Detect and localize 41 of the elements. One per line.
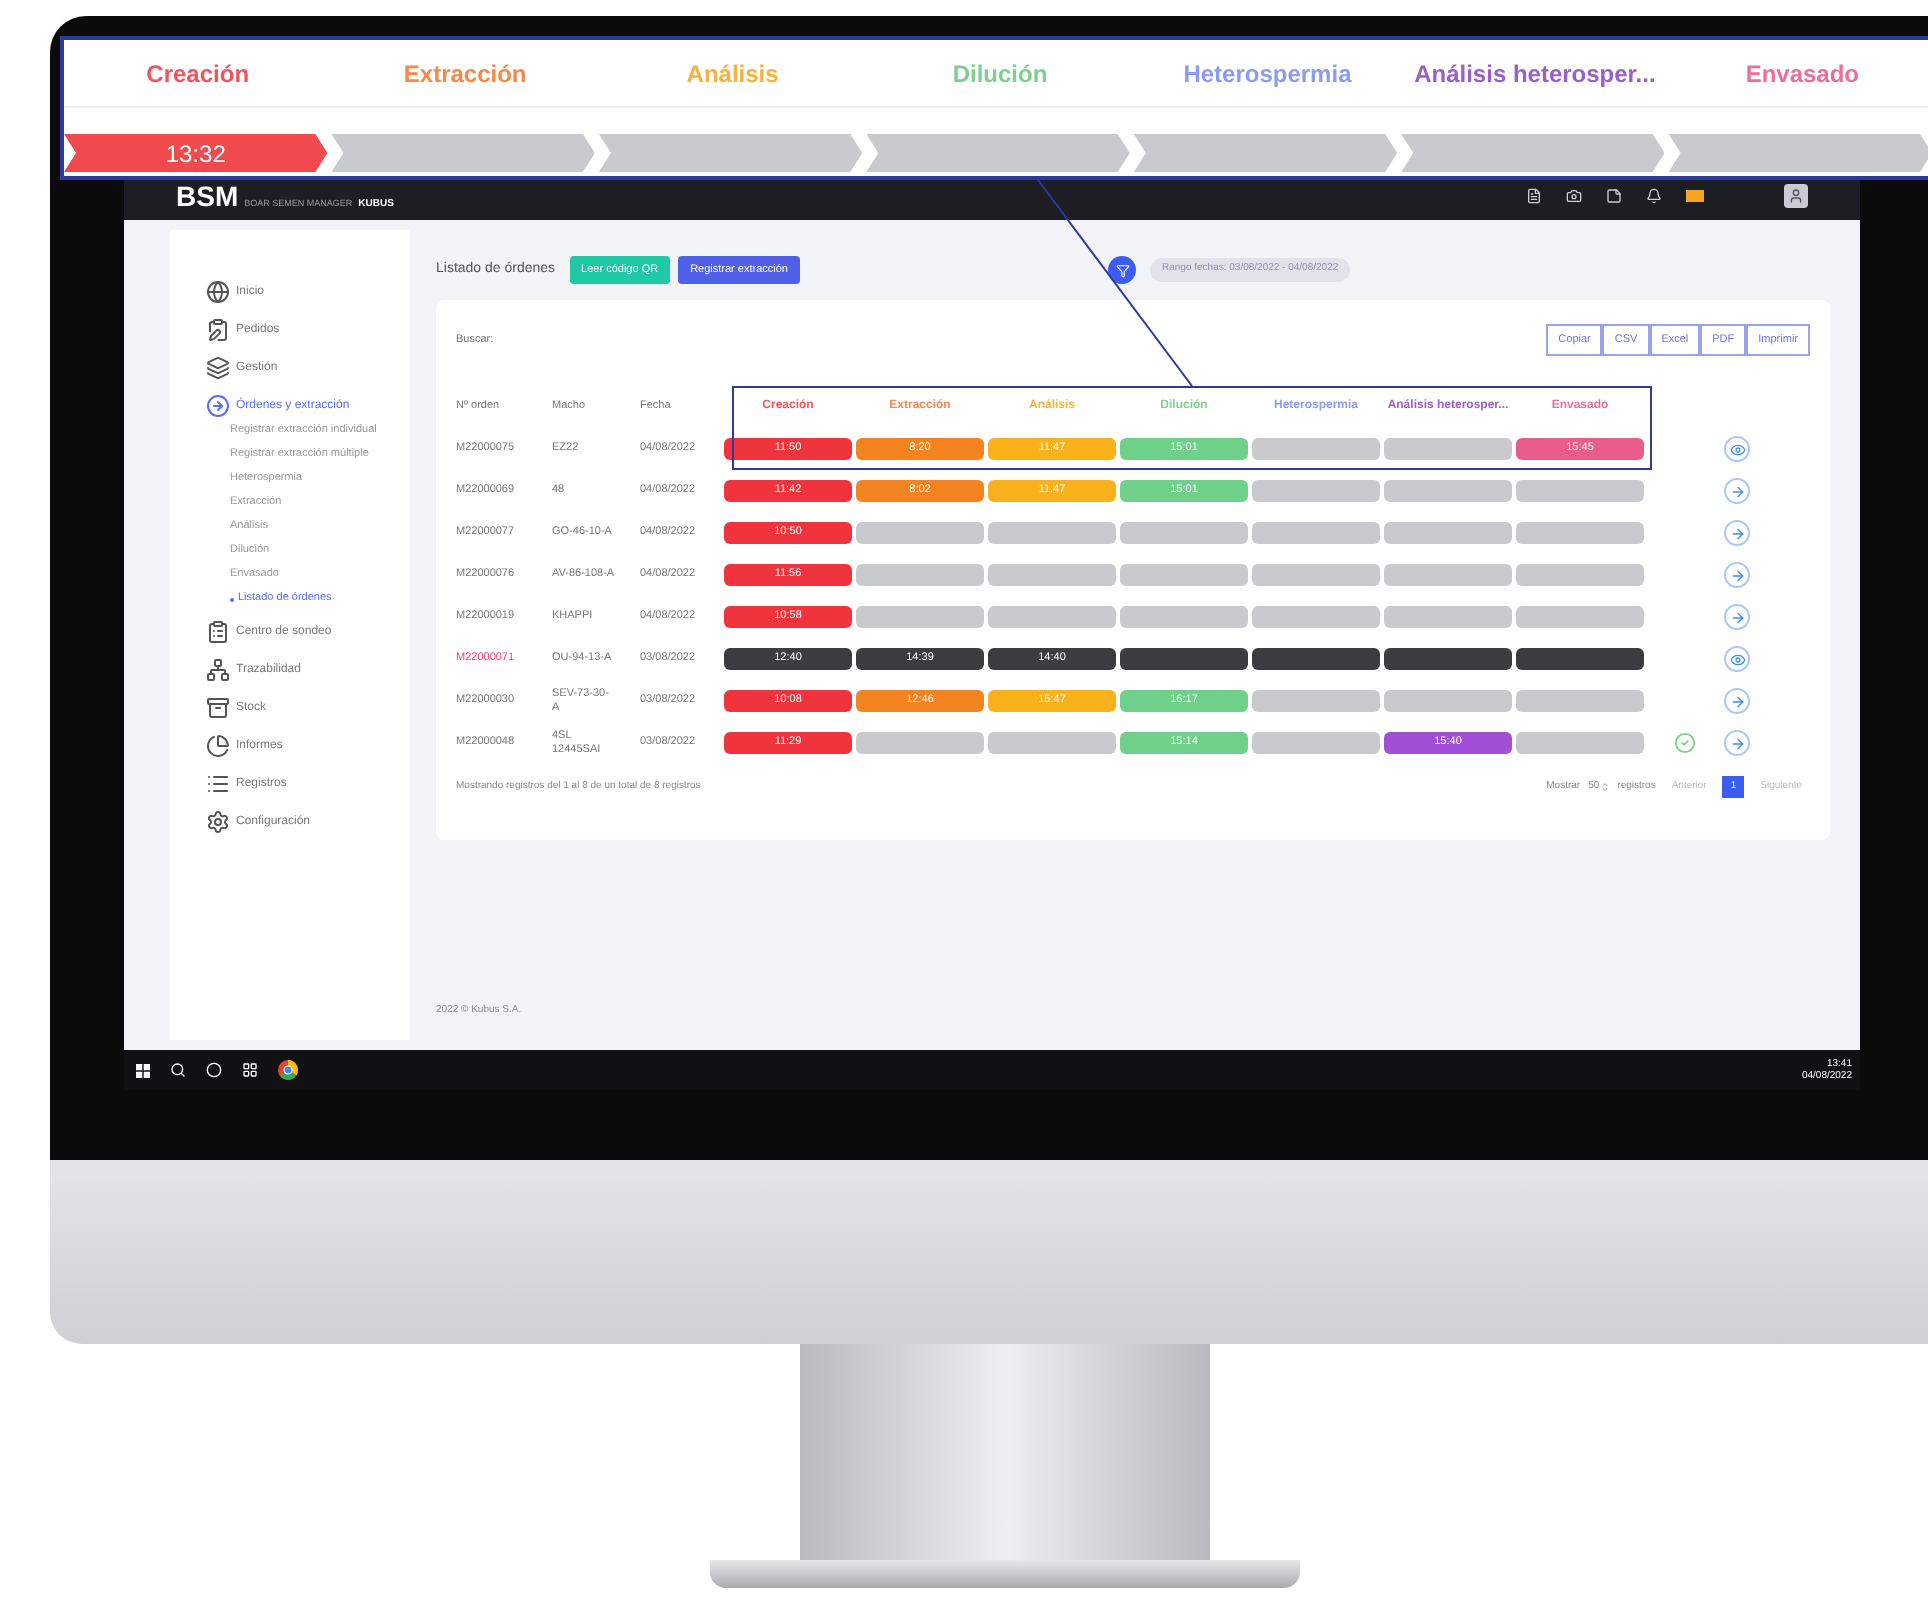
sidebar-item-icon — [206, 734, 230, 758]
stage-label: Dilución — [950, 57, 1050, 91]
arrow-right-icon — [1729, 609, 1745, 625]
sidebar-item-icon — [206, 810, 230, 834]
eye-icon — [1729, 441, 1745, 457]
timeline-segment: 13:32 — [64, 134, 328, 172]
bell-icon[interactable] — [1646, 187, 1662, 203]
camera-icon[interactable] — [1566, 187, 1582, 203]
arrow-right-icon — [1729, 483, 1745, 499]
browser-icon[interactable] — [278, 1060, 298, 1080]
arrow-right-icon — [1729, 735, 1745, 751]
sidebar-item-icon — [206, 620, 230, 644]
sidebar-item-icon — [206, 318, 230, 342]
view-button[interactable] — [1724, 646, 1750, 672]
filter-icon[interactable] — [1108, 256, 1136, 284]
arrow-right-icon — [1729, 567, 1745, 583]
search-icon[interactable] — [170, 1062, 186, 1078]
eye-icon — [1729, 651, 1745, 667]
arrow-right-icon — [1729, 693, 1745, 709]
note-icon[interactable] — [1606, 187, 1622, 203]
stage-label: Análisis — [684, 57, 781, 91]
stage-label: Creación — [144, 57, 252, 91]
stage-label: Análisis heterosper... — [1412, 57, 1658, 91]
task-view-icon[interactable] — [242, 1062, 258, 1078]
sidebar-item-icon — [206, 356, 230, 380]
document-icon[interactable] — [1526, 187, 1542, 203]
sidebar-item-icon — [206, 696, 230, 720]
stage-label: Heterospermia — [1181, 57, 1354, 91]
flag-icon[interactable] — [1686, 189, 1704, 201]
stage-label: Extracción — [401, 57, 529, 91]
arrow-right-icon — [1729, 525, 1745, 541]
windows-icon[interactable] — [136, 1063, 150, 1077]
view-button[interactable] — [1724, 436, 1750, 462]
circle-icon[interactable] — [206, 1062, 222, 1078]
logo: BSM — [176, 181, 239, 209]
stage-label: Envasado — [1743, 57, 1862, 91]
sidebar-item-icon — [206, 280, 230, 304]
user-avatar[interactable] — [1784, 183, 1808, 207]
sort-arrows-icon — [1599, 782, 1610, 792]
sidebar-item-icon — [206, 658, 230, 682]
sidebar-item-icon — [206, 394, 230, 418]
